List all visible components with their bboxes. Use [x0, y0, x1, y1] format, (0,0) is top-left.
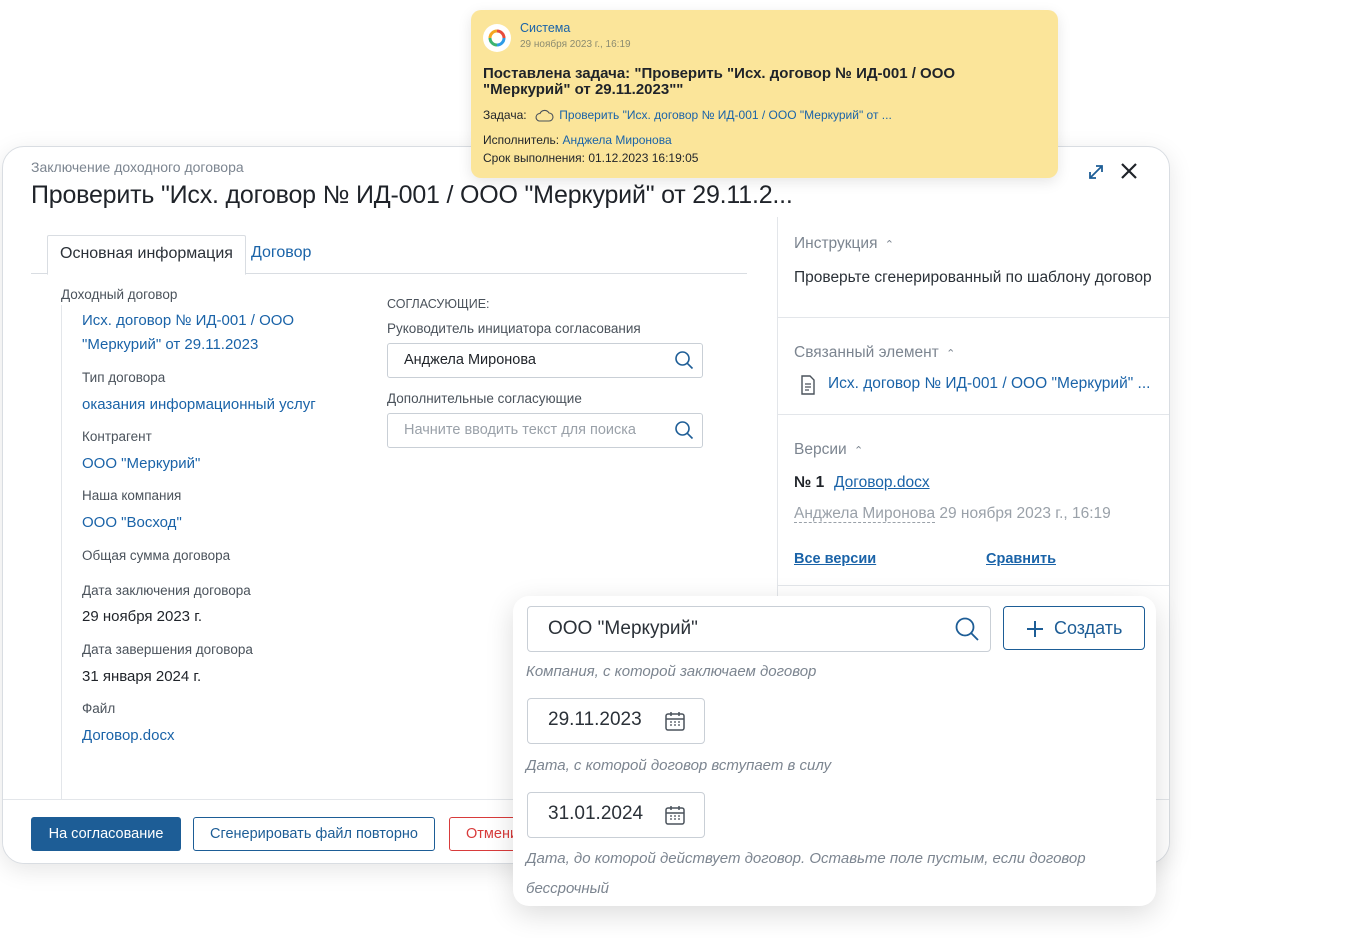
instruction-title: Инструкция	[794, 235, 878, 252]
end-date-input-value: 31.01.2024	[548, 803, 644, 824]
instruction-text: Проверьте сгенерированный по шаблону дог…	[794, 269, 1152, 286]
version-number: № 1	[794, 474, 825, 491]
chevron-up-icon: ⌃	[946, 348, 956, 360]
create-button-label: Создать	[1054, 618, 1123, 638]
end-date-hint: Дата, до которой действует договор. Оста…	[526, 850, 1086, 867]
compare-link[interactable]: Сравнить	[986, 551, 1056, 567]
regenerate-file-button[interactable]: Сгенерировать файл повторно	[193, 817, 435, 851]
extra-approvers-placeholder: Начните вводить текст для поиска	[404, 422, 636, 438]
page-title: Проверить "Исх. договор № ИД-001 / ООО "…	[31, 181, 793, 209]
head-approver-label: Руководитель инициатора согласования	[387, 321, 641, 336]
create-button[interactable]: Создать	[1003, 606, 1145, 650]
company-hint: Компания, с которой заключаем договор	[526, 663, 817, 680]
assignee-link[interactable]: Анджела Миронова	[562, 133, 671, 147]
close-icon[interactable]	[1117, 159, 1141, 183]
chevron-up-icon: ⌃	[853, 445, 864, 457]
task-link[interactable]: Проверить "Исх. договор № ИД-001 / ООО "…	[559, 108, 892, 122]
document-icon	[801, 375, 815, 395]
notification-headline: Поставлена задача: "Проверить "Исх. дого…	[483, 65, 956, 98]
task-label: Задача:	[483, 108, 527, 122]
notification-toast[interactable]: Система 29 ноября 2023 г., 16:19 Поставл…	[471, 10, 1058, 178]
chevron-up-icon: ⌃	[884, 239, 894, 251]
income-contract-link-line2[interactable]: "Меркурий" от 29.11.2023	[82, 333, 258, 357]
version-file-link[interactable]: Договор.docx	[834, 474, 930, 492]
related-link[interactable]: Исх. договор № ИД-001 / ООО "Меркурий" .…	[828, 375, 1150, 393]
versions-header[interactable]: Версии ⌃	[794, 441, 863, 459]
file-link[interactable]: Договор.docx	[82, 724, 175, 748]
our-company-label: Наша компания	[82, 488, 182, 503]
notification-assignee-row: Исполнитель: Анджела Миронова	[483, 133, 672, 147]
deadline-value: 01.12.2023 16:19:05	[588, 151, 699, 165]
our-company-link[interactable]: ООО "Восход"	[82, 511, 182, 535]
version-date: 29 ноября 2023 г., 16:19	[939, 505, 1111, 522]
end-date-value: 31 января 2024 г.	[82, 668, 202, 685]
plus-icon	[1027, 621, 1043, 637]
notification-sender[interactable]: Система	[520, 21, 570, 35]
system-avatar	[483, 24, 511, 52]
search-icon[interactable]	[954, 616, 980, 642]
file-label: Файл	[82, 701, 116, 716]
related-header[interactable]: Связанный элемент ⌃	[794, 344, 955, 362]
system-logo-icon	[488, 29, 506, 47]
company-search-value: ООО "Меркурий"	[548, 618, 698, 639]
end-date-field[interactable]: 31.01.2024	[527, 792, 705, 838]
version-author[interactable]: Анджела Миронова	[794, 505, 936, 523]
start-date-input-value: 29.11.2023	[548, 709, 642, 730]
total-amount-label: Общая сумма договора	[82, 548, 231, 563]
end-date-hint-line2: бессрочный	[526, 880, 610, 897]
contract-type-link[interactable]: оказания информационный услуг	[82, 393, 316, 417]
notification-task-row: Задача: Проверить "Исх. договор № ИД-001…	[483, 108, 892, 122]
field-divider	[61, 305, 62, 863]
calendar-icon[interactable]	[664, 710, 686, 732]
contract-type-label: Тип договора	[82, 370, 166, 385]
divider	[778, 317, 1169, 318]
tab-bar: Основная информация Договор	[31, 235, 747, 275]
all-versions-link[interactable]: Все версии	[794, 551, 876, 567]
divider	[778, 414, 1169, 415]
income-contract-label: Доходный договор	[61, 287, 178, 302]
submit-approval-button[interactable]: На согласование	[31, 817, 181, 851]
version-meta: Анджела Миронова 29 ноября 2023 г., 16:1…	[794, 505, 1111, 523]
tab-main-info[interactable]: Основная информация	[47, 235, 246, 275]
assignee-label: Исполнитель:	[483, 133, 560, 147]
related-title: Связанный элемент	[794, 344, 939, 361]
head-approver-value: Анджела Миронова	[404, 352, 536, 368]
counterparty-link[interactable]: ООО "Меркурий"	[82, 452, 200, 476]
divider	[778, 585, 1169, 586]
tab-contract[interactable]: Договор	[239, 235, 323, 272]
start-date-value: 29 ноября 2023 г.	[82, 608, 202, 625]
extra-approvers-field[interactable]: Начните вводить текст для поиска	[387, 413, 703, 448]
search-icon[interactable]	[674, 420, 694, 440]
search-icon[interactable]	[674, 350, 694, 370]
expand-icon[interactable]	[1085, 161, 1107, 183]
notification-deadline-row: Срок выполнения: 01.12.2023 16:19:05	[483, 151, 698, 165]
versions-title: Версии	[794, 441, 847, 458]
counterparty-label: Контрагент	[82, 429, 152, 444]
income-contract-link[interactable]: Исх. договор № ИД-001 / ООО	[82, 309, 294, 333]
deadline-label: Срок выполнения:	[483, 151, 585, 165]
extra-approvers-label: Дополнительные согласующие	[387, 391, 582, 406]
notification-timestamp: 29 ноября 2023 г., 16:19	[520, 39, 631, 50]
instruction-header[interactable]: Инструкция ⌃	[794, 235, 894, 253]
calendar-icon[interactable]	[664, 804, 686, 826]
start-date-label: Дата заключения договора	[82, 583, 251, 598]
company-search-field[interactable]: ООО "Меркурий"	[527, 606, 991, 652]
start-date-field[interactable]: 29.11.2023	[527, 698, 705, 744]
contract-details-card: ООО "Меркурий" Создать Компания, с котор…	[513, 596, 1156, 906]
start-date-hint: Дата, с которой договор вступает в силу	[526, 757, 832, 774]
breadcrumb: Заключение доходного договора	[31, 159, 244, 175]
approvers-title: СОГЛАСУЮЩИЕ:	[387, 297, 490, 311]
cloud-icon	[535, 110, 554, 122]
end-date-label: Дата завершения договора	[82, 642, 253, 657]
head-approver-field[interactable]: Анджела Миронова	[387, 343, 703, 378]
